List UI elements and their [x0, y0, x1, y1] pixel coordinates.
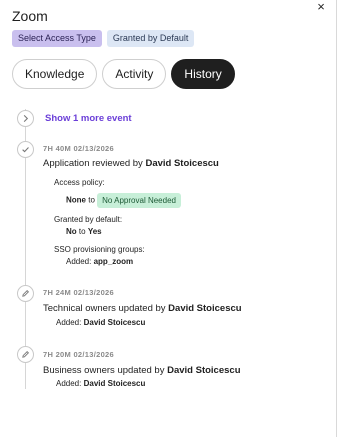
event-title: Application reviewed by David Stoicescu — [43, 158, 219, 169]
app-title: Zoom — [12, 8, 48, 24]
granted-default-badge: Granted by Default — [106, 30, 195, 47]
event-time: 7H 40M 02/13/2026 — [43, 144, 114, 153]
event-time: 7H 20M 02/13/2026 — [43, 350, 114, 359]
tab-knowledge[interactable]: Knowledge — [12, 59, 98, 89]
tab-activity[interactable]: Activity — [102, 59, 167, 89]
check-icon — [17, 141, 34, 158]
granted-default-change: No to Yes — [66, 227, 102, 236]
event-title: Business owners updated by David Stoices… — [43, 365, 241, 376]
access-policy-label: Access policy: — [54, 178, 105, 187]
tab-bar: Knowledge Activity History — [12, 59, 235, 89]
tab-history[interactable]: History — [171, 59, 235, 89]
owners-added: Added: David Stoicescu — [56, 318, 146, 327]
event-title: Technical owners updated by David Stoice… — [43, 303, 242, 314]
show-more-events-link[interactable]: Show 1 more event — [45, 113, 132, 124]
badge-row: Select Access Type Granted by Default — [12, 30, 195, 47]
granted-default-label: Granted by default: — [54, 215, 123, 224]
sso-groups-added: Added: app_zoom — [66, 257, 134, 266]
access-type-badge: Select Access Type — [12, 30, 102, 47]
no-approval-pill: No Approval Needed — [97, 193, 181, 208]
access-policy-change: None to No Approval Needed — [66, 193, 181, 208]
chevron-right-icon[interactable] — [17, 110, 34, 127]
close-icon[interactable]: × — [313, 0, 329, 14]
sso-groups-label: SSO provisioning groups: — [54, 245, 145, 254]
event-actor: David Stoicescu — [167, 365, 241, 376]
history-panel: × Zoom Select Access Type Granted by Def… — [0, 0, 337, 437]
event-time: 7H 24M 02/13/2026 — [43, 288, 114, 297]
event-actor: David Stoicescu — [145, 158, 219, 169]
pencil-icon — [17, 285, 34, 302]
pencil-icon — [17, 346, 34, 363]
owners-added: Added: David Stoicescu — [56, 379, 146, 388]
event-actor: David Stoicescu — [168, 303, 242, 314]
